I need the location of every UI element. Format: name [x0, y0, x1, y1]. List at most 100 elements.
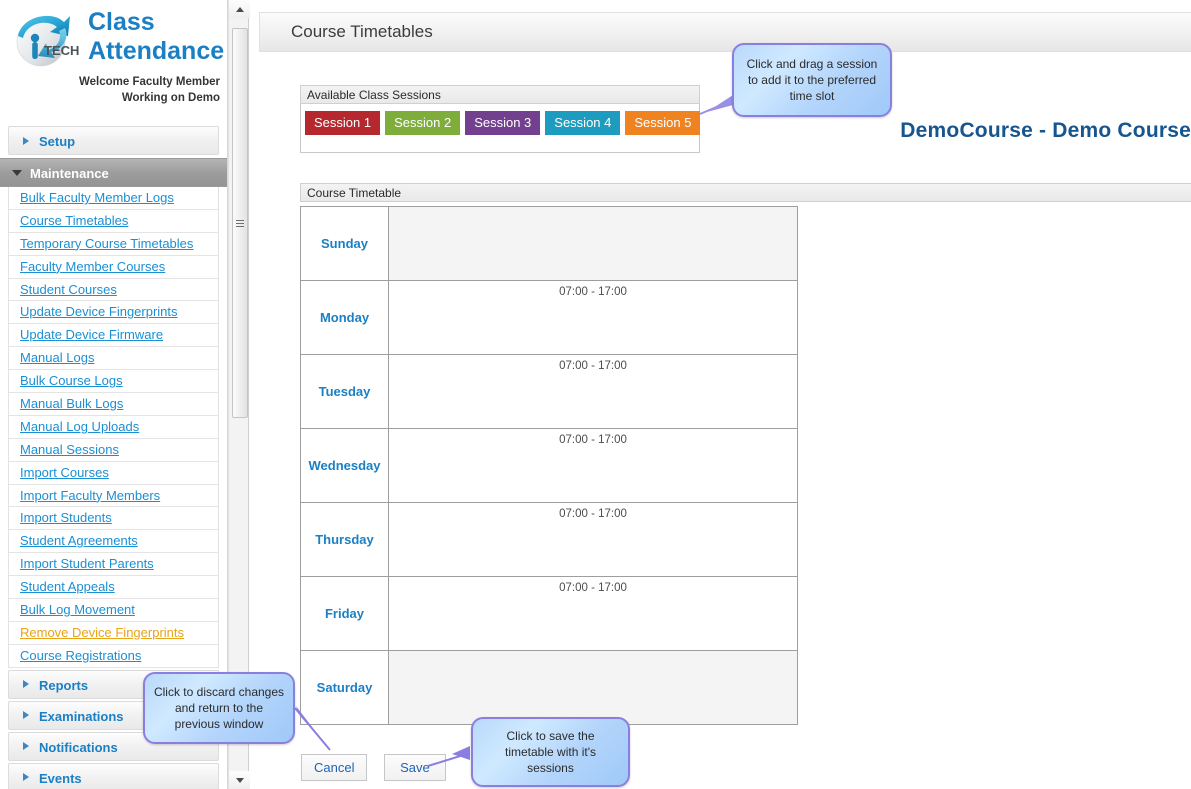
application-window: TECH Class Attendance Welcome Faculty Me… [0, 0, 1191, 789]
table-row: Tuesday 07:00 - 17:00 [300, 354, 798, 429]
sidebar-item-import-students[interactable]: Import Students [9, 507, 218, 531]
session-chip-5[interactable]: Session 5 [625, 111, 701, 135]
sidebar-section-setup[interactable]: Setup [8, 126, 219, 155]
sidebar-section-events-label: Events [39, 770, 82, 786]
app-logo-icon: TECH [10, 6, 82, 76]
timetable-day-wednesday: Wednesday [300, 428, 389, 503]
cancel-button[interactable]: Cancel [301, 754, 368, 781]
table-row: Saturday [300, 650, 798, 725]
course-timetable: Sunday Monday 07:00 - 17:00 Tuesday 07:0… [300, 206, 798, 725]
timetable-time-tuesday: 07:00 - 17:00 [559, 360, 627, 372]
available-class-sessions-caption: Available Class Sessions [300, 85, 700, 104]
session-chip-3[interactable]: Session 3 [465, 111, 541, 135]
brand-title-line2: Attendance [88, 37, 225, 65]
available-class-sessions-list: Session 1 Session 2 Session 3 Session 4 Sess… [300, 104, 701, 153]
sidebar-section-examinations-label: Examinations [39, 708, 124, 724]
sidebar-item-import-faculty-members[interactable]: Import Faculty Members [9, 485, 218, 508]
sidebar-item-import-courses[interactable]: Import Courses [9, 462, 218, 485]
timetable-time-monday: 07:00 - 17:00 [559, 286, 627, 298]
welcome-line-2: Working on Demo [121, 92, 220, 104]
caret-down-icon [235, 777, 244, 783]
sidebar-item-student-appeals[interactable]: Student Appeals [9, 576, 218, 600]
brand-header: TECH Class Attendance Welcome Faculty Me… [0, 0, 227, 126]
timetable-slot-friday[interactable]: 07:00 - 17:00 [388, 576, 798, 651]
page-title: Course Timetables [291, 22, 433, 41]
page-header: Course Timetables [259, 12, 1191, 52]
sidebar-item-manual-sessions[interactable]: Manual Sessions [9, 439, 218, 462]
chevron-down-icon [12, 169, 22, 176]
svg-text:TECH: TECH [44, 43, 79, 58]
main-content: Course Timetables DemoCourse - Demo Cour… [250, 0, 1191, 789]
sidebar-section-maintenance-label: Maintenance [30, 166, 109, 181]
timetable-slot-wednesday[interactable]: 07:00 - 17:00 [388, 428, 798, 503]
sidebar-item-update-device-firmware[interactable]: Update Device Firmware [9, 324, 218, 348]
callout-drag-session: Click and drag a session to add it to th… [732, 43, 892, 117]
timetable-time-friday: 07:00 - 17:00 [559, 582, 627, 594]
callout-cancel-hint-text: Click to discard changes and return to t… [153, 685, 285, 731]
table-row: Friday 07:00 - 17:00 [300, 576, 798, 651]
sidebar-item-faculty-member-courses[interactable]: Faculty Member Courses [9, 256, 218, 279]
scrollbar-thumb[interactable] [232, 28, 248, 418]
sidebar-item-bulk-course-logs[interactable]: Bulk Course Logs [9, 370, 218, 394]
action-buttons: Cancel Save [301, 754, 458, 781]
session-chip-1[interactable]: Session 1 [305, 111, 381, 135]
save-button[interactable]: Save [383, 754, 446, 781]
sidebar-item-import-student-parents[interactable]: Import Student Parents [9, 553, 218, 577]
chevron-right-icon [23, 773, 29, 782]
timetable-day-sunday: Sunday [300, 206, 389, 281]
sidebar-section-reports-label: Reports [39, 677, 89, 693]
timetable-slot-saturday[interactable] [388, 650, 798, 725]
brand-title-line1: Class [88, 8, 155, 36]
callout-drag-session-text: Click and drag a session to add it to th… [746, 57, 878, 103]
table-row: Monday 07:00 - 17:00 [300, 280, 798, 355]
sidebar-item-course-registrations[interactable]: Course Registrations [9, 645, 218, 668]
sidebar-item-manual-log-uploads[interactable]: Manual Log Uploads [9, 416, 218, 439]
timetable-time-wednesday: 07:00 - 17:00 [559, 434, 627, 446]
sidebar-item-student-agreements[interactable]: Student Agreements [9, 530, 218, 554]
chevron-right-icon [23, 136, 29, 145]
grip-icon [236, 220, 244, 227]
sidebar-item-manual-bulk-logs[interactable]: Manual Bulk Logs [9, 393, 218, 416]
sidebar-section-maintenance[interactable]: Maintenance [0, 158, 227, 187]
table-row: Thursday 07:00 - 17:00 [300, 502, 798, 577]
sidebar: TECH Class Attendance Welcome Faculty Me… [0, 0, 228, 789]
session-chip-2[interactable]: Session 2 [385, 111, 461, 135]
timetable-slot-tuesday[interactable]: 07:00 - 17:00 [388, 354, 798, 429]
chevron-right-icon [23, 680, 29, 689]
sidebar-item-remove-device-fingerprints[interactable]: Remove Device Fingerprints [9, 622, 218, 645]
sidebar-item-student-courses[interactable]: Student Courses [9, 279, 218, 302]
callout-save-hint: Click to save the timetable with it's se… [471, 717, 630, 787]
timetable-day-saturday: Saturday [300, 650, 389, 725]
table-row: Wednesday 07:00 - 17:00 [300, 428, 798, 503]
timetable-day-tuesday: Tuesday [300, 354, 389, 429]
timetable-time-thursday: 07:00 - 17:00 [559, 508, 627, 520]
caret-up-icon [235, 6, 244, 12]
available-class-sessions-panel: Available Class Sessions Session 1 Sessio… [300, 85, 701, 153]
sidebar-item-bulk-faculty-member-logs[interactable]: Bulk Faculty Member Logs [9, 187, 218, 210]
welcome-line-1: Welcome Faculty Member [78, 76, 220, 88]
sidebar-item-manual-logs[interactable]: Manual Logs [9, 347, 218, 371]
sidebar-item-update-device-fingerprints[interactable]: Update Device Fingerprints [9, 301, 218, 325]
sidebar-section-events[interactable]: Events [8, 762, 219, 789]
sidebar-item-bulk-log-movement[interactable]: Bulk Log Movement [9, 599, 218, 622]
session-chip-4[interactable]: Session 4 [545, 111, 621, 135]
timetable-day-thursday: Thursday [300, 502, 389, 577]
timetable-slot-sunday[interactable] [388, 206, 798, 281]
sidebar-item-temporary-course-timetables[interactable]: Temporary Course Timetables [9, 233, 218, 256]
scroll-down-button[interactable] [229, 771, 250, 789]
sidebar-section-setup-label: Setup [39, 134, 76, 149]
course-title: DemoCourse - Demo Course [900, 119, 1191, 142]
callout-save-hint-text: Click to save the timetable with it's se… [505, 729, 596, 775]
course-timetable-caption: Course Timetable [300, 183, 1191, 202]
timetable-slot-thursday[interactable]: 07:00 - 17:00 [388, 502, 798, 577]
sidebar-item-course-timetables[interactable]: Course Timetables [9, 210, 218, 233]
sidebar-scrollbar[interactable] [228, 0, 250, 789]
sidebar-maintenance-links: Bulk Faculty Member Logs Course Timetabl… [8, 187, 219, 668]
timetable-slot-monday[interactable]: 07:00 - 17:00 [388, 280, 798, 355]
timetable-day-monday: Monday [300, 280, 389, 355]
scroll-up-button[interactable] [229, 0, 250, 18]
callout-cancel-hint: Click to discard changes and return to t… [143, 672, 295, 744]
timetable-day-friday: Friday [300, 576, 389, 651]
sidebar-section-notifications-label: Notifications [39, 739, 118, 755]
chevron-right-icon [23, 711, 29, 720]
